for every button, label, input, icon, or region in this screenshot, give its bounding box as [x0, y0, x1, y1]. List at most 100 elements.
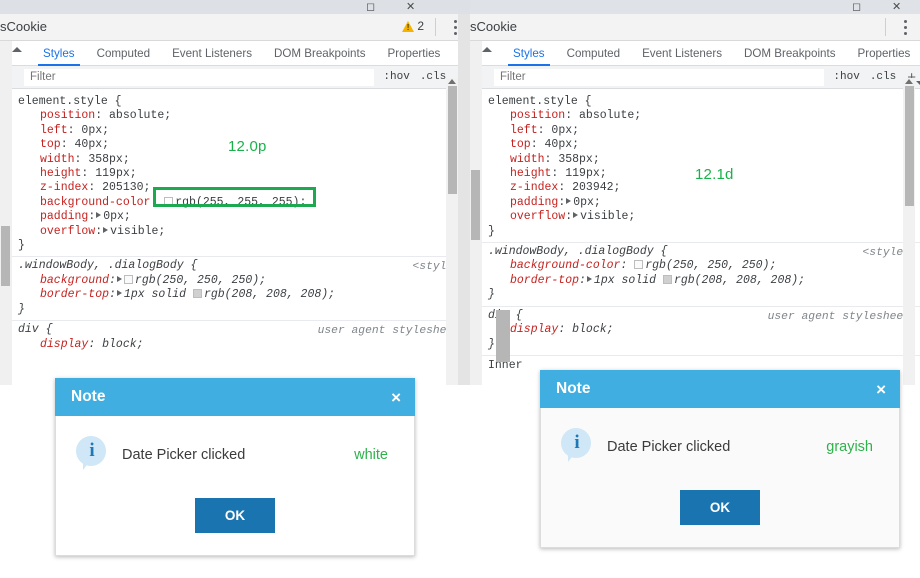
css-declaration[interactable]: z-index: 203942; [488, 181, 914, 195]
css-declaration[interactable]: position: absolute; [488, 109, 914, 123]
scroll-up-caret-icon[interactable] [12, 47, 22, 52]
css-declaration[interactable]: background-color: rgb(250, 250, 250); [488, 259, 914, 273]
hov-toggle-button[interactable]: :hov [828, 71, 864, 83]
css-declaration[interactable]: display: block; [488, 323, 914, 337]
dialog-title: Note [556, 380, 591, 397]
css-rule[interactable]: div { user agent stylesheet display: blo… [0, 320, 470, 355]
color-swatch[interactable] [123, 274, 133, 284]
css-rule-close: } [18, 302, 25, 316]
kebab-menu-icon[interactable] [904, 20, 908, 38]
inner-scrollbar-thumb-right[interactable] [496, 310, 510, 362]
scroll-up-caret-icon[interactable] [482, 47, 492, 52]
css-declaration-background-color[interactable]: background-color: rgb(255, 255, 255); [18, 196, 464, 210]
filter-bar-left: :hov .cls + [0, 66, 470, 89]
css-rule-close: } [488, 337, 495, 351]
maximize-icon-right[interactable]: ◻ [852, 0, 861, 14]
css-declaration[interactable]: left: 0px; [488, 124, 914, 138]
filter-input[interactable] [494, 68, 825, 86]
color-swatch[interactable] [634, 260, 644, 270]
info-icon: i [557, 428, 599, 466]
css-property: width [510, 152, 545, 166]
css-declaration[interactable]: width: 358px; [488, 153, 914, 167]
css-declaration[interactable]: padding: 0px; [18, 210, 464, 224]
scrollbar-up-arrow-icon-left[interactable] [448, 79, 456, 84]
css-declaration[interactable]: border-top: 1px solid rgb(208, 208, 208); [488, 274, 914, 288]
outer-scrollbar-track-left[interactable] [0, 41, 12, 385]
css-declaration[interactable]: top: 40px; [488, 138, 914, 152]
expand-triangle-icon[interactable] [96, 212, 102, 219]
filter-input[interactable] [24, 68, 375, 86]
css-value: 0px; [81, 123, 110, 137]
color-swatch[interactable] [662, 274, 672, 284]
css-scrollbar-thumb-left[interactable] [448, 86, 457, 194]
css-declaration[interactable]: background: rgb(250, 250, 250); [18, 274, 464, 288]
css-selector: element.style { [18, 95, 122, 108]
close-icon[interactable]: ✕ [406, 0, 415, 14]
tab-computed[interactable]: Computed [86, 47, 162, 65]
close-icon-right[interactable]: ✕ [892, 0, 901, 14]
maximize-icon[interactable]: ◻ [366, 0, 375, 14]
devtools-panel-right: sCookie Styles Computed Event Listeners … [470, 14, 920, 385]
outer-scrollbar-thumb-left[interactable] [1, 226, 10, 286]
ok-button[interactable]: OK [194, 498, 276, 533]
expand-triangle-icon[interactable] [103, 226, 109, 233]
tab-dom-breakpoints[interactable]: DOM Breakpoints [263, 47, 377, 65]
css-value: 0px; [573, 195, 601, 209]
panel-divider[interactable] [458, 14, 470, 385]
css-property: position [40, 109, 96, 123]
css-property: overflow [40, 224, 96, 238]
dialog-actions: OK [557, 490, 883, 525]
css-property: width [40, 152, 75, 166]
hov-toggle-button[interactable]: :hov [378, 71, 414, 83]
close-icon[interactable]: × [876, 381, 886, 398]
color-swatch[interactable] [192, 289, 202, 299]
css-rule[interactable]: .windowBody, .dialogBody { <style> backg… [0, 256, 470, 320]
css-rule[interactable]: .windowBody, .dialogBody { <style> backg… [470, 242, 920, 306]
expand-triangle-icon[interactable] [573, 212, 579, 219]
tab-event-listeners[interactable]: Event Listeners [161, 47, 263, 65]
dialog-annotation: grayish [826, 439, 873, 455]
expand-triangle-icon[interactable] [116, 290, 122, 297]
css-rule[interactable]: div { user agent stylesheet display: blo… [470, 305, 920, 355]
css-declaration[interactable]: position: absolute; [18, 109, 464, 123]
css-property: padding [40, 210, 89, 224]
css-rule-close: } [488, 224, 495, 238]
css-declaration[interactable]: overflow: visible; [18, 225, 464, 239]
note-dialog-right: Note × i Date Picker clicked grayish OK [540, 370, 900, 548]
tab-event-listeners[interactable]: Event Listeners [631, 47, 733, 65]
tab-dom-breakpoints[interactable]: DOM Breakpoints [733, 47, 847, 65]
outer-scrollbar-thumb-right[interactable] [471, 170, 480, 240]
header-divider [435, 18, 436, 36]
css-declaration[interactable]: display: block; [18, 338, 464, 352]
css-rules-area-right: element.style { position: absolute; left… [470, 89, 920, 385]
css-declaration[interactable]: padding: 0px; [488, 196, 914, 210]
expand-triangle-icon[interactable] [566, 197, 572, 204]
close-icon[interactable]: × [391, 389, 401, 406]
scrollbar-up-arrow-icon-right[interactable] [905, 79, 913, 84]
css-value: 358px; [88, 152, 130, 166]
cls-toggle-button[interactable]: .cls [865, 71, 901, 83]
warning-badge[interactable]: 2 [402, 19, 424, 33]
tab-styles[interactable]: Styles [32, 47, 86, 66]
css-declaration[interactable]: left: 0px; [18, 124, 464, 138]
header-divider [885, 18, 886, 36]
css-value: 358px; [558, 152, 600, 166]
expand-triangle-icon[interactable] [116, 275, 122, 282]
tab-properties[interactable]: Properties [847, 47, 920, 65]
dialog-message: Date Picker clicked [607, 439, 731, 455]
tab-properties[interactable]: Properties [377, 47, 452, 65]
css-property: padding [510, 195, 559, 209]
css-declaration[interactable]: border-top: 1px solid rgb(208, 208, 208); [18, 288, 464, 302]
ok-button[interactable]: OK [679, 490, 761, 525]
color-swatch[interactable] [164, 196, 174, 206]
css-rule[interactable]: element.style { position: absolute; left… [0, 93, 470, 256]
tab-computed[interactable]: Computed [556, 47, 632, 65]
css-declaration[interactable]: height: 119px; [18, 167, 464, 181]
css-rule-origin: user agent stylesheet [767, 310, 910, 323]
css-declaration[interactable]: overflow: visible; [488, 210, 914, 224]
css-value: 205130; [102, 181, 151, 195]
css-scrollbar-thumb-right[interactable] [905, 86, 914, 206]
tab-styles[interactable]: Styles [502, 47, 556, 66]
css-declaration[interactable]: z-index: 205130; [18, 181, 464, 195]
expand-triangle-icon[interactable] [586, 275, 592, 282]
